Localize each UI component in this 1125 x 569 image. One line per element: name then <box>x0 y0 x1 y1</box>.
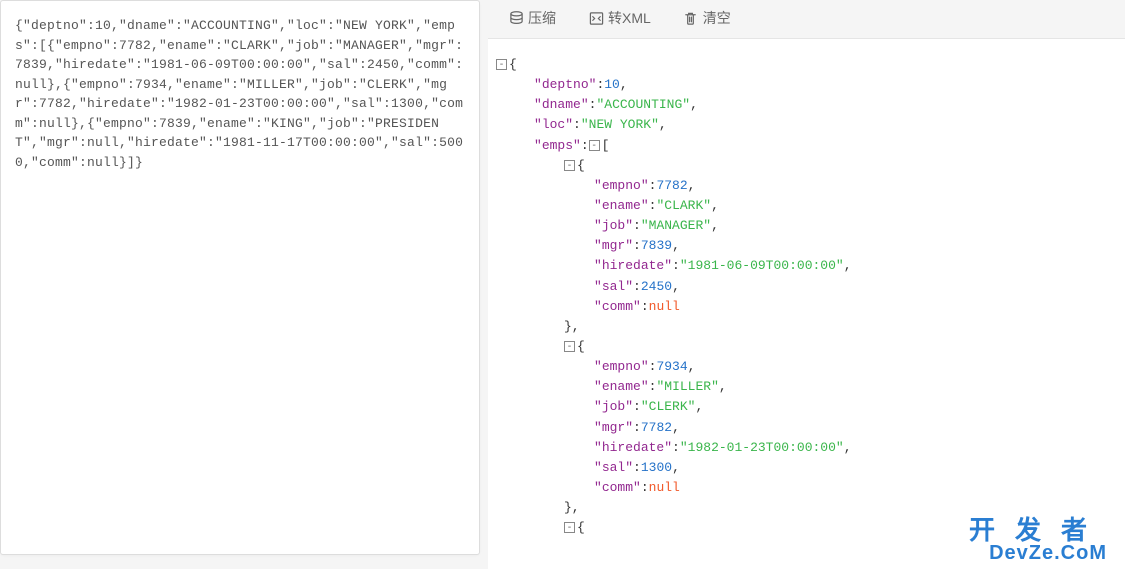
collapse-toggle-icon[interactable]: - <box>589 140 600 151</box>
tree-key: "mgr" <box>594 420 633 435</box>
collapse-toggle-icon[interactable]: - <box>496 59 507 70</box>
tree-key: "dname" <box>534 97 589 112</box>
brace-close: }, <box>564 500 580 515</box>
collapse-toggle-icon[interactable]: - <box>564 522 575 533</box>
clear-label: 清空 <box>703 8 731 28</box>
tree-key: "loc" <box>534 117 573 132</box>
raw-json-panel[interactable]: {"deptno":10,"dname":"ACCOUNTING","loc":… <box>0 0 480 555</box>
tree-key: "ename" <box>594 198 649 213</box>
json-tree-viewer[interactable]: -{ "deptno":10, "dname":"ACCOUNTING", "l… <box>488 38 1125 569</box>
brace-open: { <box>577 339 585 354</box>
to-xml-label: 转XML <box>608 8 651 28</box>
tree-value: 7934 <box>656 359 687 374</box>
tree-key: "sal" <box>594 460 633 475</box>
raw-json-text: {"deptno":10,"dname":"ACCOUNTING","loc":… <box>15 16 465 172</box>
tree-key: "empno" <box>594 178 649 193</box>
tree-value: "MILLER" <box>656 379 718 394</box>
tree-value: 7782 <box>641 420 672 435</box>
tree-value: "NEW YORK" <box>581 117 659 132</box>
tree-key: "comm" <box>594 480 641 495</box>
compress-label: 压缩 <box>528 8 556 28</box>
tree-value: "CLARK" <box>656 198 711 213</box>
to-xml-button[interactable]: 转XML <box>588 8 651 28</box>
brace-close: }, <box>564 319 580 334</box>
tree-value: 10 <box>604 77 620 92</box>
clear-button[interactable]: 清空 <box>683 8 731 28</box>
tree-key: "job" <box>594 399 633 414</box>
collapse-toggle-icon[interactable]: - <box>564 160 575 171</box>
tree-value: null <box>649 480 680 495</box>
tree-key: "ename" <box>594 379 649 394</box>
tree-key: "hiredate" <box>594 440 672 455</box>
formatted-panel: 压缩 转XML 清空 -{ "deptno":10, "dname":"ACCO… <box>488 0 1125 569</box>
tree-key: "mgr" <box>594 238 633 253</box>
trash-icon <box>683 10 699 26</box>
bracket-open: [ <box>602 138 610 153</box>
compress-button[interactable]: 压缩 <box>508 8 556 28</box>
tree-value: 1300 <box>641 460 672 475</box>
tree-key: "hiredate" <box>594 258 672 273</box>
tree-value: "1981-06-09T00:00:00" <box>680 258 844 273</box>
tree-key: "emps" <box>534 138 581 153</box>
tree-value: "ACCOUNTING" <box>596 97 690 112</box>
tree-key: "comm" <box>594 299 641 314</box>
tree-value: 7839 <box>641 238 672 253</box>
tree-value: null <box>649 299 680 314</box>
tree-value: 7782 <box>656 178 687 193</box>
tree-value: "MANAGER" <box>641 218 711 233</box>
tree-key: "sal" <box>594 279 633 294</box>
brace-open: { <box>577 158 585 173</box>
brace-open: { <box>577 520 585 535</box>
tree-key: "job" <box>594 218 633 233</box>
tree-value: "CLERK" <box>641 399 696 414</box>
tree-value: "1982-01-23T00:00:00" <box>680 440 844 455</box>
tree-value: 2450 <box>641 279 672 294</box>
database-icon <box>508 10 524 26</box>
toolbar: 压缩 转XML 清空 <box>488 0 1125 38</box>
collapse-toggle-icon[interactable]: - <box>564 341 575 352</box>
tree-key: "deptno" <box>534 77 596 92</box>
brace-open: { <box>509 57 517 72</box>
xml-icon <box>588 10 604 26</box>
tree-key: "empno" <box>594 359 649 374</box>
